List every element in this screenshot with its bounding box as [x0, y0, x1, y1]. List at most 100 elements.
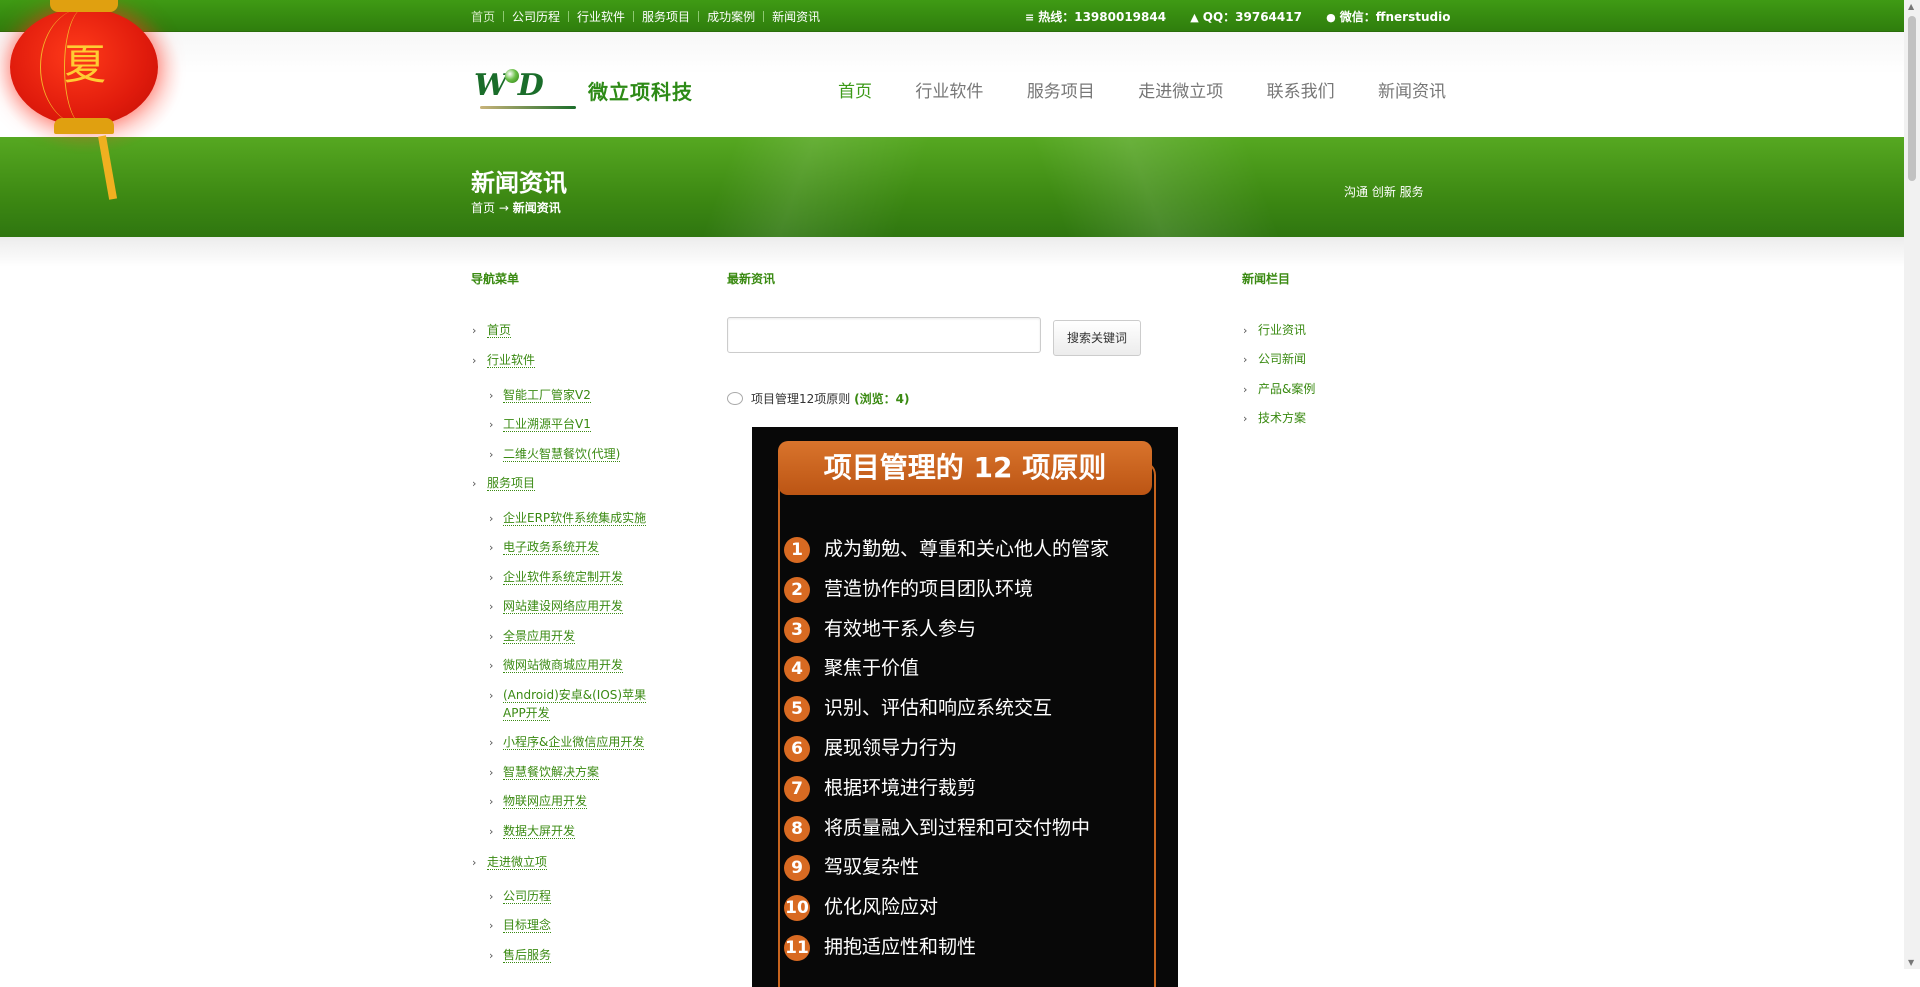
news-category-label[interactable]: 技术方案 [1258, 411, 1306, 425]
top-nav-cases[interactable]: 成功案例 [699, 8, 763, 25]
nav-subitem[interactable]: › 电子政务系统开发 [489, 540, 600, 555]
scroll-down-icon[interactable]: ▼ [1908, 958, 1914, 967]
nav-item[interactable]: › 走进微立项 [472, 855, 548, 870]
news-category-item[interactable]: › 公司新闻 [1243, 352, 1306, 367]
nav-item[interactable]: › 首页 [472, 323, 512, 338]
nav-subitem-label[interactable]: 智慧餐饮解决方案 [503, 765, 600, 780]
nav-subitem[interactable]: › 目标理念 [489, 918, 552, 933]
nav-subitem[interactable]: › 小程序&企业微信应用开发 [489, 735, 645, 750]
nav-item-label[interactable]: 首页 [487, 323, 512, 338]
site-logo[interactable]: WD 微立项科技 [474, 66, 694, 110]
nav-subitem-label[interactable]: 目标理念 [503, 918, 552, 933]
main-nav-contact[interactable]: 联系我们 [1267, 77, 1335, 102]
news-category-label[interactable]: 公司新闻 [1258, 352, 1306, 366]
nav-subitem-label[interactable]: 智能工厂管家V2 [503, 388, 591, 403]
chevron-right-icon: › [489, 949, 494, 962]
breadcrumb-home[interactable]: 首页 [471, 201, 495, 215]
nav-item-label[interactable]: 走进微立项 [487, 855, 548, 870]
news-category-item[interactable]: › 产品&案例 [1243, 382, 1315, 397]
lantern-cap-bottom [54, 118, 114, 134]
nav-subitem-label[interactable]: 售后服务 [503, 948, 552, 963]
logo-ball-icon [504, 69, 519, 83]
lantern-character: 夏 [63, 40, 106, 89]
page-scrollbar[interactable]: ▲ ▼ [1904, 0, 1920, 969]
nav-subitem-label[interactable]: 企业软件系统定制开发 [503, 570, 624, 585]
nav-subitem[interactable]: › 公司历程 [489, 889, 552, 904]
logo-swoosh [480, 106, 576, 109]
principle-text: 有效地干系人参与 [824, 618, 977, 640]
page-banner: 新闻资讯 首页 → 新闻资讯 沟通 创新 服务 [0, 137, 1904, 237]
chevron-right-icon: › [489, 389, 494, 402]
principle-number: 6 [784, 735, 810, 762]
top-nav-news[interactable]: 新闻资讯 [764, 8, 828, 25]
qq-number: 39764417 [1235, 10, 1302, 24]
nav-subitem-label[interactable]: 数据大屏开发 [503, 824, 576, 839]
main-nav-about[interactable]: 走进微立项 [1138, 77, 1223, 102]
nav-subitem-label[interactable]: 网站建设网络应用开发 [503, 599, 624, 614]
nav-subitem[interactable]: › 微网站微商城应用开发 [489, 658, 624, 673]
comment-icon [727, 392, 743, 405]
nav-subitem[interactable]: › 智能工厂管家V2 [489, 388, 591, 403]
nav-subitem-label[interactable]: 二维火智慧餐饮(代理) [503, 447, 621, 462]
nav-subitem-label[interactable]: APP开发 [503, 706, 550, 721]
nav-subitem[interactable]: › 智慧餐饮解决方案 [489, 765, 600, 780]
news-category-label[interactable]: 行业资讯 [1258, 323, 1306, 337]
nav-subitem[interactable]: › (Android)安卓&(IOS)苹果 [489, 688, 647, 703]
nav-subitem[interactable]: › 企业ERP软件系统集成实施 [489, 511, 647, 526]
main-nav-home[interactable]: 首页 [838, 77, 872, 102]
top-nav-history[interactable]: 公司历程 [504, 8, 568, 25]
nav-subitem[interactable]: › 二维火智慧餐饮(代理) [489, 447, 621, 462]
nav-subitem[interactable]: › 数据大屏开发 [489, 824, 576, 839]
nav-subitem-label[interactable]: 公司历程 [503, 889, 552, 904]
breadcrumb-arrow: → [498, 201, 509, 215]
scroll-up-icon[interactable]: ▲ [1908, 2, 1914, 11]
nav-item[interactable]: › 行业软件 [472, 353, 536, 368]
nav-subitem-label[interactable]: 微网站微商城应用开发 [503, 658, 624, 673]
nav-subitem[interactable]: › 全景应用开发 [489, 629, 576, 644]
nav-subitem-label[interactable]: 物联网应用开发 [503, 794, 588, 809]
nav-subitem-label[interactable]: 全景应用开发 [503, 629, 576, 644]
main-nav-services[interactable]: 服务项目 [1027, 77, 1095, 102]
nav-subitem-label[interactable]: 工业溯源平台V1 [503, 417, 591, 432]
qq-label: QQ： [1202, 10, 1236, 24]
nav-subitem-cont[interactable]: APP开发 [503, 706, 550, 721]
nav-subitem[interactable]: › 工业溯源平台V1 [489, 417, 591, 432]
nav-item[interactable]: › 服务项目 [472, 476, 536, 491]
nav-subitem-label[interactable]: (Android)安卓&(IOS)苹果 [503, 688, 647, 703]
news-category-item[interactable]: › 行业资讯 [1243, 323, 1306, 338]
chevron-right-icon: › [472, 477, 477, 490]
article-title[interactable]: 项目管理12项原则 [751, 392, 850, 406]
nav-subitem[interactable]: › 网站建设网络应用开发 [489, 599, 624, 614]
article-image[interactable]: 项目管理的 12 项原则 1 成为勤勉、尊重和关心他人的管家 2 营造协作的项目团队… [752, 427, 1178, 987]
principle-number: 9 [784, 854, 810, 881]
top-nav-home[interactable]: 首页 [471, 8, 503, 25]
nav-subitem[interactable]: › 物联网应用开发 [489, 794, 588, 809]
chevron-right-icon: › [1243, 324, 1248, 337]
right-sidebar-heading: 新闻栏目 [1242, 272, 1291, 286]
principle-item: 11 拥抱适应性和韧性 [784, 932, 976, 961]
top-nav: 首页 公司历程 行业软件 服务项目 成功案例 新闻资讯 [471, 8, 828, 25]
slogan: 沟通 创新 服务 [1344, 185, 1424, 199]
nav-subitem[interactable]: › 企业软件系统定制开发 [489, 570, 624, 585]
search-input[interactable] [727, 317, 1041, 353]
main-nav-software[interactable]: 行业软件 [915, 77, 983, 102]
nav-subitem-label[interactable]: 电子政务系统开发 [503, 540, 600, 555]
news-category-label[interactable]: 产品&案例 [1258, 382, 1315, 396]
scrollbar-thumb[interactable] [1908, 16, 1916, 181]
nav-item-label[interactable]: 服务项目 [487, 476, 536, 491]
main-nav-news[interactable]: 新闻资讯 [1378, 77, 1446, 102]
chevron-right-icon: › [472, 324, 477, 337]
nav-subitem-label[interactable]: 企业ERP软件系统集成实施 [503, 511, 647, 526]
chevron-right-icon: › [1243, 353, 1248, 366]
chevron-right-icon: › [489, 890, 494, 903]
article-item[interactable]: 项目管理12项原则 (浏览：4) [727, 390, 909, 407]
nav-item-label[interactable]: 行业软件 [487, 353, 536, 368]
nav-subitem-label[interactable]: 小程序&企业微信应用开发 [503, 735, 645, 750]
nav-subitem[interactable]: › 售后服务 [489, 948, 552, 963]
principle-item: 9 驾驭复杂性 [784, 852, 919, 881]
search-button[interactable]: 搜索关键词 [1053, 320, 1141, 356]
top-nav-software[interactable]: 行业软件 [569, 8, 633, 25]
principle-number: 8 [784, 815, 810, 842]
news-category-item[interactable]: › 技术方案 [1243, 411, 1306, 426]
top-nav-services[interactable]: 服务项目 [634, 8, 698, 25]
